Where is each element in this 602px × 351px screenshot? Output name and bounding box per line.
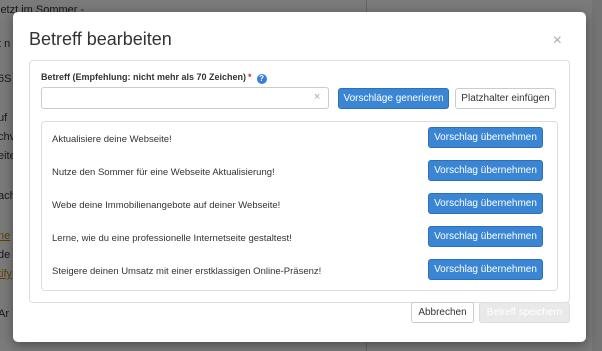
suggestion-text: Nutze den Sommer für eine Webseite Aktua… [52, 167, 275, 178]
suggestion-text: Lerne, wie du eine professionelle Intern… [52, 233, 292, 244]
dialog-title: Betreff bearbeiten [29, 29, 172, 49]
suggestions-list: Aktualisiere deine Webseite! Vorschlag ü… [41, 121, 558, 291]
accept-suggestion-button[interactable]: Vorschlag übernehmen [428, 127, 543, 148]
suggestion-row: Webe deine Immobilienangebote auf deiner… [42, 188, 557, 221]
accept-suggestion-button[interactable]: Vorschlag übernehmen [428, 193, 543, 214]
edit-subject-dialog: Betreff bearbeiten × Betreff (Empfehlung… [13, 12, 586, 342]
accept-suggestion-button[interactable]: Vorschlag übernehmen [428, 160, 543, 181]
subject-panel: Betreff (Empfehlung: nicht mehr als 70 Z… [29, 60, 570, 303]
required-marker: * [248, 72, 252, 82]
suggestion-text: Webe deine Immobilienangebote auf deiner… [52, 200, 281, 211]
suggestion-text: Aktualisiere deine Webseite! [52, 134, 172, 145]
suggestion-row: Lerne, wie du eine professionelle Intern… [42, 221, 557, 254]
accept-suggestion-button[interactable]: Vorschlag übernehmen [428, 259, 543, 280]
save-subject-button[interactable]: Betreff speichern [479, 302, 570, 323]
generate-suggestions-button[interactable]: Vorschläge generieren [338, 88, 449, 109]
close-icon[interactable]: × [553, 33, 562, 49]
subject-label-row: Betreff (Empfehlung: nicht mehr als 70 Z… [41, 72, 267, 84]
clear-input-icon[interactable]: × [314, 91, 320, 103]
accept-suggestion-button[interactable]: Vorschlag übernehmen [428, 226, 543, 247]
subject-input[interactable] [41, 87, 329, 109]
suggestion-row: Aktualisiere deine Webseite! Vorschlag ü… [42, 122, 557, 155]
insert-placeholder-button[interactable]: Platzhalter einfügen [455, 88, 556, 109]
subject-label: Betreff (Empfehlung: nicht mehr als 70 Z… [41, 72, 247, 82]
cancel-button[interactable]: Abbrechen [411, 302, 474, 323]
suggestion-row: Steigere deinen Umsatz mit einer erstkla… [42, 254, 557, 287]
suggestion-row: Nutze den Sommer für eine Webseite Aktua… [42, 155, 557, 188]
help-icon[interactable]: ? [256, 74, 267, 84]
suggestion-text: Steigere deinen Umsatz mit einer erstkla… [52, 266, 322, 277]
